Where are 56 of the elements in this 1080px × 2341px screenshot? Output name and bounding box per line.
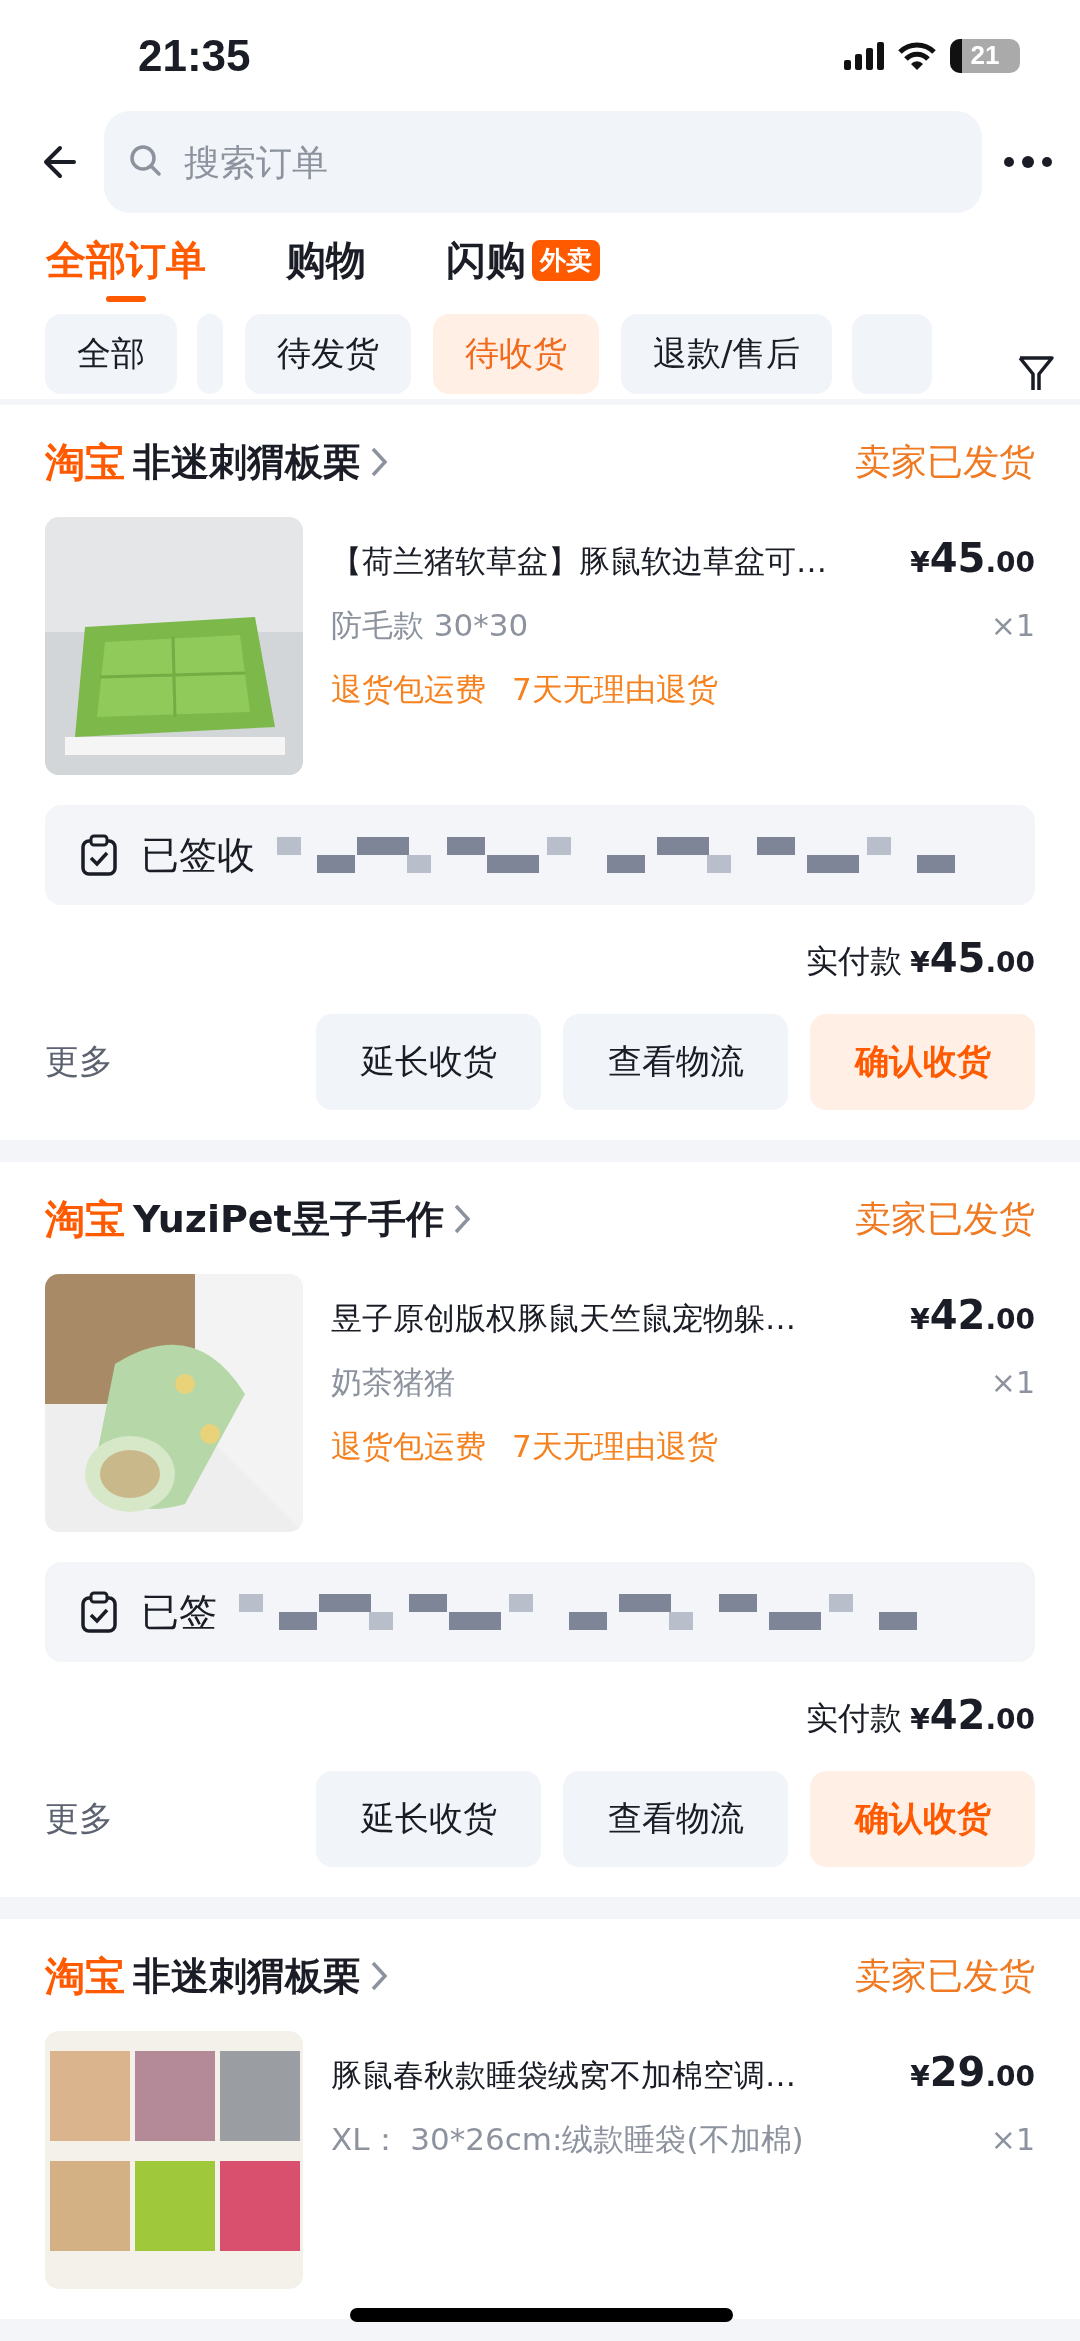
order-status: 卖家已发货 [855,1953,1035,1998]
more-link[interactable]: 更多 [45,1796,113,1842]
logistics-bar[interactable]: 已签 [45,1562,1035,1662]
filter-chip[interactable]: 全部 [45,313,177,394]
signal-icon [844,41,884,70]
action-button[interactable]: 延长收货 [316,1014,541,1110]
clipboard-check-icon [79,1591,119,1633]
quantity: ×1 [990,608,1035,643]
order-status: 卖家已发货 [855,1196,1035,1241]
service-tag: 7天无理由退货 [512,1426,718,1468]
more-link[interactable]: 更多 [45,1039,113,1085]
order-tab[interactable]: 闪购 外卖 [446,223,600,299]
wifi-icon [898,41,936,70]
service-tag: 7天无理由退货 [512,669,718,711]
quantity: ×1 [990,2122,1035,2157]
tab-badge: 外卖 [532,240,600,282]
product-title[interactable]: 【荷兰猪软草盆】豚鼠软边草盆可… [331,541,901,583]
logistics-bar[interactable]: 已签收 [45,805,1035,905]
product-title[interactable]: 昱子原创版权豚鼠天竺鼠宠物躲… [331,1298,901,1340]
time: 21:35 [138,30,251,81]
paid-label: 实付款 [806,1698,903,1739]
chevron-right-icon [369,1959,389,1993]
search-field[interactable]: 搜索订单 [104,111,982,214]
product-price: ¥45.00 [910,535,1035,581]
action-button[interactable]: 查看物流 [563,1771,788,1867]
search-icon [128,143,162,178]
clipboard-check-icon [79,834,119,876]
shop-name[interactable]: 非迷刺猬板栗 [133,1950,361,2002]
logistics-status: 已签 [141,1588,217,1636]
battery-icon: 21 [950,38,1020,73]
order-status: 卖家已发货 [855,439,1035,484]
product-title[interactable]: 豚鼠春秋款睡袋绒窝不加棉空调… [331,2055,901,2097]
more-icon[interactable] [1004,154,1052,171]
shop-name[interactable]: YuziPet昱子手作 [133,1193,444,1245]
product-price: ¥29.00 [910,2049,1035,2095]
platform-logo: 淘宝 [45,1194,125,1244]
product-spec: XL： 30*26cm:绒款睡袋(不加棉) [331,2120,805,2159]
product-price: ¥42.00 [910,1292,1035,1338]
platform-logo: 淘宝 [45,437,125,487]
chevron-right-icon [369,445,389,479]
product-spec: 防毛款 30*30 [331,606,530,645]
paid-amount: ¥45.00 [910,935,1035,981]
service-tag: 退货包运费 [331,669,486,711]
action-button[interactable]: 查看物流 [563,1014,788,1110]
shop-name[interactable]: 非迷刺猬板栗 [133,436,361,488]
paid-amount: ¥42.00 [910,1692,1035,1738]
order-tab[interactable]: 购物 [286,223,366,299]
quantity: ×1 [990,1365,1035,1400]
service-tag: 退货包运费 [331,1426,486,1468]
logistics-status: 已签收 [141,831,255,879]
action-button[interactable]: 延长收货 [316,1771,541,1867]
filter-chip[interactable]: 待发货 [245,313,411,394]
paid-label: 实付款 [806,941,903,982]
platform-logo: 淘宝 [45,1951,125,2001]
product-spec: 奶茶猪猪 [331,1363,456,1402]
filter-chip[interactable]: 退款/售后 [621,313,833,394]
